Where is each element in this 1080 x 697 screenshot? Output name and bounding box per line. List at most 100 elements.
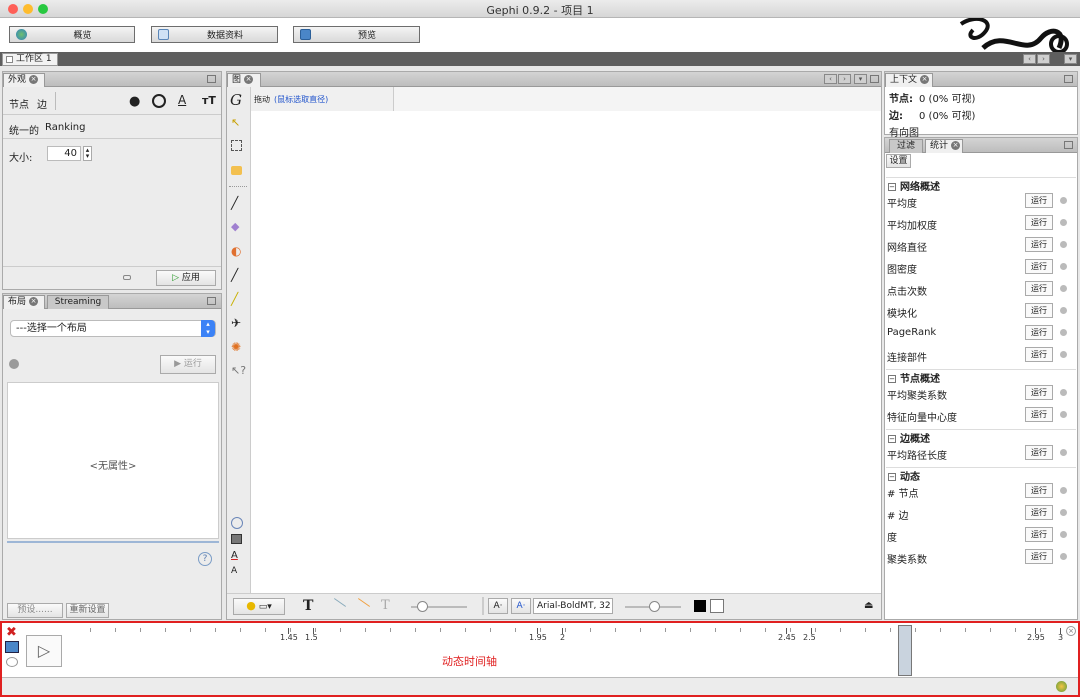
run-statistic-button[interactable]: 运行 bbox=[1025, 527, 1053, 542]
text-icon[interactable]: T bbox=[303, 598, 313, 614]
scroll-left-button[interactable]: ‹ bbox=[1023, 54, 1036, 64]
run-statistic-button[interactable]: 运行 bbox=[1025, 549, 1053, 564]
sun-icon[interactable]: ✺ bbox=[231, 340, 245, 354]
help-icon[interactable]: ? bbox=[198, 552, 212, 566]
edge-pencil-icon[interactable]: ╱ bbox=[231, 292, 245, 306]
info-icon[interactable] bbox=[1060, 219, 1067, 226]
section-header[interactable]: − 边概述 bbox=[886, 429, 1076, 445]
info-icon[interactable] bbox=[1060, 307, 1067, 314]
preview-mode-button[interactable]: 预览 bbox=[293, 26, 420, 43]
tab-layout[interactable]: 布局 × bbox=[3, 295, 45, 309]
tab-edges[interactable]: 边 bbox=[37, 96, 47, 111]
info-icon[interactable] bbox=[1060, 197, 1067, 204]
palette-tool-icon[interactable]: ◐ bbox=[231, 244, 245, 258]
close-icon[interactable]: × bbox=[29, 75, 39, 84]
run-statistic-button[interactable]: 运行 bbox=[1025, 215, 1053, 230]
edge-scale-slider[interactable] bbox=[411, 601, 467, 612]
section-header[interactable]: − 网络概述 bbox=[886, 177, 1076, 193]
light-toggle[interactable]: ● ▭▾ bbox=[233, 598, 285, 615]
settings-button[interactable]: 设置 bbox=[886, 154, 911, 168]
section-header[interactable]: − 动态 bbox=[886, 467, 1076, 483]
maximize-icon[interactable] bbox=[207, 75, 216, 83]
diamond-icon[interactable]: ◆ bbox=[231, 220, 245, 234]
run-statistic-button[interactable]: 运行 bbox=[1025, 385, 1053, 400]
info-icon[interactable] bbox=[1060, 241, 1067, 248]
tab-graph[interactable]: 图 × bbox=[227, 73, 261, 87]
close-icon[interactable]: × bbox=[244, 75, 254, 84]
dropdown-button[interactable]: ▾ bbox=[1064, 54, 1077, 64]
run-statistic-button[interactable]: 运行 bbox=[1025, 325, 1053, 340]
run-statistic-button[interactable]: 运行 bbox=[1025, 193, 1053, 208]
run-statistic-button[interactable]: 运行 bbox=[1025, 281, 1053, 296]
brush-icon[interactable]: ╱ bbox=[231, 196, 245, 210]
close-icon[interactable]: × bbox=[920, 75, 930, 84]
info-icon[interactable] bbox=[1060, 509, 1067, 516]
tab-context[interactable]: 上下文 × bbox=[885, 73, 933, 87]
info-icon[interactable] bbox=[1060, 329, 1067, 336]
edge-label-icon[interactable]: T bbox=[381, 598, 390, 613]
slider-knob[interactable] bbox=[649, 601, 660, 612]
run-statistic-button[interactable]: 运行 bbox=[1025, 445, 1053, 460]
help-cursor-icon[interactable]: ↖? bbox=[231, 364, 246, 378]
chart-icon[interactable] bbox=[5, 641, 19, 653]
info-icon[interactable] bbox=[1060, 351, 1067, 358]
rectangle-select-icon[interactable] bbox=[231, 140, 242, 151]
info-icon[interactable] bbox=[1060, 263, 1067, 270]
slider-knob[interactable] bbox=[417, 601, 428, 612]
close-icon[interactable]: × bbox=[29, 297, 39, 306]
zoom-icon[interactable] bbox=[231, 517, 243, 529]
run-statistic-button[interactable]: 运行 bbox=[1025, 483, 1053, 498]
tab-ranking[interactable]: Ranking bbox=[45, 122, 85, 133]
data-laboratory-button[interactable]: 数据资料 bbox=[151, 26, 278, 43]
reset-button[interactable]: 重新设置 bbox=[66, 603, 109, 618]
scroll-left-button[interactable]: ‹ bbox=[824, 74, 837, 84]
info-icon[interactable] bbox=[1060, 411, 1067, 418]
run-statistic-button[interactable]: 运行 bbox=[1025, 407, 1053, 422]
run-statistic-button[interactable]: 运行 bbox=[1025, 303, 1053, 318]
info-icon[interactable] bbox=[1060, 285, 1067, 292]
label-color-swatch[interactable] bbox=[694, 600, 706, 612]
cursor-icon[interactable]: ↖ bbox=[231, 116, 245, 130]
section-header[interactable]: − 节点概述 bbox=[886, 369, 1076, 385]
maximize-icon[interactable] bbox=[870, 75, 879, 83]
label-size-tool-icon[interactable]: A bbox=[231, 566, 245, 580]
info-icon[interactable] bbox=[1060, 531, 1067, 538]
preset-button[interactable]: 预设...... bbox=[7, 603, 63, 618]
pencil-icon[interactable]: ╱ bbox=[231, 268, 245, 282]
tab-unique[interactable]: 统一的 bbox=[9, 122, 39, 137]
maximize-icon[interactable] bbox=[207, 297, 216, 305]
size-icon[interactable] bbox=[152, 94, 166, 108]
run-statistic-button[interactable]: 运行 bbox=[1025, 505, 1053, 520]
close-icon[interactable]: × bbox=[951, 141, 961, 150]
label-size-icon[interactable]: тT bbox=[202, 94, 216, 107]
airplane-icon[interactable]: ✈ bbox=[231, 316, 245, 330]
font-size-decrease[interactable]: A· bbox=[488, 598, 508, 614]
tab-statistics[interactable]: 统计 × bbox=[925, 139, 963, 153]
drag-tool-icon[interactable] bbox=[231, 166, 242, 175]
dropdown-button[interactable]: ▾ bbox=[854, 74, 867, 84]
collapse-icon[interactable]: − bbox=[888, 435, 896, 443]
run-statistic-button[interactable]: 运行 bbox=[1025, 259, 1053, 274]
collapse-icon[interactable]: − bbox=[888, 375, 896, 383]
timeline-range-handle[interactable] bbox=[898, 625, 912, 676]
settings-icon[interactable] bbox=[6, 657, 18, 667]
clipboard-icon[interactable] bbox=[710, 599, 724, 613]
apply-button[interactable]: ▷ 应用 bbox=[156, 270, 216, 286]
run-layout-button[interactable]: ▶ 运行 bbox=[160, 355, 216, 374]
overview-mode-button[interactable]: 概览 bbox=[9, 26, 135, 43]
label-size-slider[interactable] bbox=[625, 601, 681, 612]
tab-filter[interactable]: 过滤 bbox=[889, 139, 923, 153]
edge-icon[interactable] bbox=[333, 598, 347, 607]
info-icon[interactable] bbox=[1060, 389, 1067, 396]
notification-icon[interactable] bbox=[1056, 681, 1067, 692]
collapse-icon[interactable]: − bbox=[888, 183, 896, 191]
size-stepper[interactable]: ▴ ▾ bbox=[83, 146, 92, 161]
palette-icon[interactable]: ● bbox=[129, 94, 140, 109]
font-selector[interactable]: Arial-BoldMT, 32 bbox=[533, 598, 613, 614]
chain-icon[interactable] bbox=[123, 275, 131, 280]
layout-select[interactable]: ---选择一个布局 ▴ ▾ bbox=[10, 320, 216, 337]
info-icon[interactable] bbox=[1060, 487, 1067, 494]
scroll-right-button[interactable]: › bbox=[1037, 54, 1050, 64]
scroll-right-button[interactable]: › bbox=[838, 74, 851, 84]
font-color-button[interactable]: A· bbox=[511, 598, 531, 614]
